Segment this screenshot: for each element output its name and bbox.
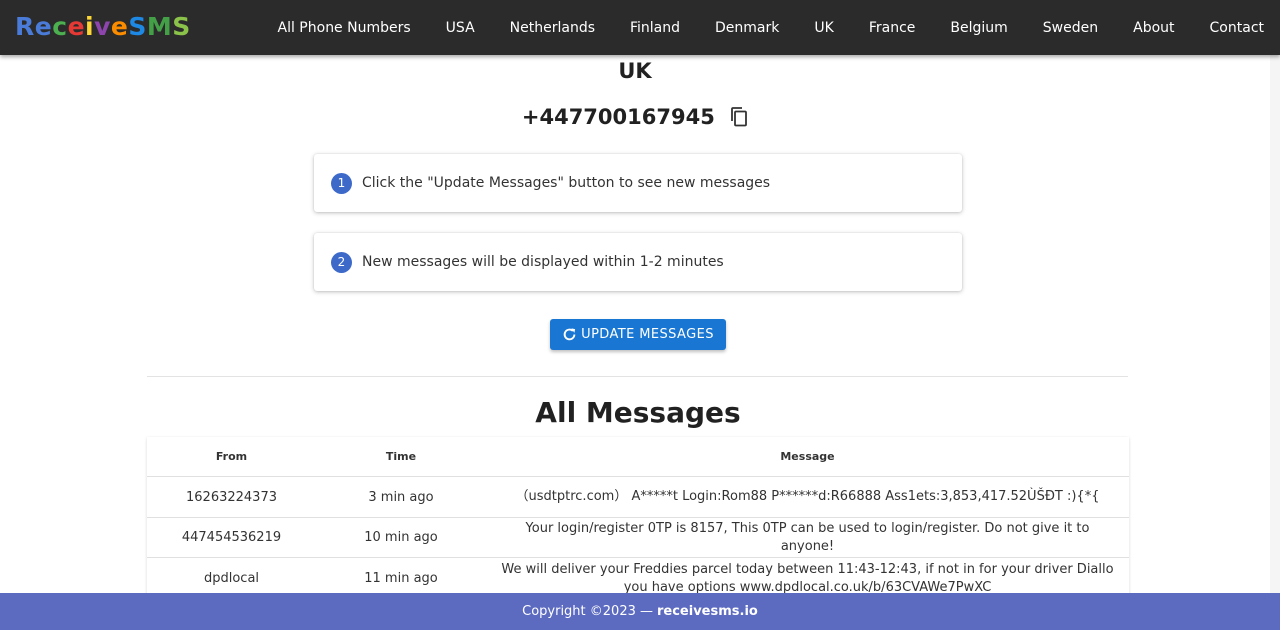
logo-letter: R — [15, 12, 35, 41]
page-scrollbar[interactable] — [1270, 55, 1280, 593]
nav-about[interactable]: About — [1133, 20, 1174, 36]
step-text: New messages will be displayed within 1-… — [362, 254, 724, 270]
site-logo[interactable]: ReceiveSMS — [15, 12, 191, 41]
main-nav: All Phone Numbers USA Netherlands Finlan… — [243, 0, 1265, 55]
table-row: dpdlocal 11 min ago We will deliver your… — [147, 557, 1129, 597]
footer-site-link[interactable]: receivesms.io — [657, 604, 758, 619]
cell-time: 11 min ago — [316, 557, 486, 597]
table-row: 447454536219 10 min ago Your login/regis… — [147, 517, 1129, 558]
nav-france[interactable]: France — [869, 20, 916, 36]
step-text: Click the "Update Messages" button to se… — [362, 175, 771, 191]
cell-from: 16263224373 — [147, 476, 316, 518]
instruction-step-1: 1 Click the "Update Messages" button to … — [314, 154, 962, 212]
nav-uk[interactable]: UK — [814, 20, 833, 36]
logo-letter: e — [67, 12, 86, 41]
instruction-step-2: 2 New messages will be displayed within … — [314, 233, 962, 291]
update-button-label: UPDATE MESSAGES — [581, 327, 714, 342]
cell-message: Your login/register 0TP is 8157, This 0T… — [486, 517, 1129, 558]
cell-from: 447454536219 — [147, 517, 316, 558]
logo-letter: c — [52, 12, 68, 41]
nav-belgium[interactable]: Belgium — [950, 20, 1007, 36]
section-divider — [147, 376, 1128, 377]
country-title: UK — [618, 59, 652, 83]
nav-denmark[interactable]: Denmark — [715, 20, 779, 36]
step-number-badge: 2 — [331, 251, 352, 273]
nav-usa[interactable]: USA — [446, 20, 475, 36]
footer-copyright: Copyright ©2023 — — [522, 604, 653, 619]
cell-time: 3 min ago — [316, 476, 486, 518]
cell-from: dpdlocal — [147, 557, 316, 597]
nav-netherlands[interactable]: Netherlands — [510, 20, 595, 36]
all-messages-title: All Messages — [535, 396, 741, 429]
cell-message: We will deliver your Freddies parcel tod… — [486, 557, 1129, 597]
column-header-time: Time — [316, 437, 486, 477]
logo-letter: e — [110, 12, 129, 41]
logo-letter: v — [94, 12, 111, 41]
column-header-message: Message — [486, 437, 1129, 477]
messages-table-container: From Time Message 16263224373 3 min ago … — [147, 437, 1129, 597]
table-header-row: From Time Message — [147, 437, 1129, 477]
nav-contact[interactable]: Contact — [1210, 20, 1264, 36]
logo-letter: M — [146, 12, 173, 41]
nav-sweden[interactable]: Sweden — [1043, 20, 1098, 36]
step-number-badge: 1 — [331, 172, 352, 194]
nav-all-phone-numbers[interactable]: All Phone Numbers — [278, 20, 411, 36]
phone-number: +447700167945 — [521, 105, 715, 129]
top-navbar: ReceiveSMS All Phone Numbers USA Netherl… — [0, 0, 1280, 55]
logo-letter: S — [128, 12, 147, 41]
cell-time: 10 min ago — [316, 517, 486, 558]
table-row: 16263224373 3 min ago （usdtptrc.com） A**… — [147, 476, 1129, 518]
cell-message: （usdtptrc.com） A*****t Login:Rom88 P****… — [486, 476, 1129, 518]
nav-finland[interactable]: Finland — [630, 20, 680, 36]
messages-table: From Time Message 16263224373 3 min ago … — [147, 437, 1129, 597]
phone-number-row: +447700167945 — [0, 105, 1270, 132]
copy-icon[interactable] — [730, 107, 748, 132]
logo-letter: S — [172, 12, 191, 41]
column-header-from: From — [147, 437, 316, 477]
update-messages-button[interactable]: UPDATE MESSAGES — [550, 319, 726, 350]
logo-letter: i — [85, 12, 95, 41]
page-footer: Copyright ©2023 — receivesms.io — [0, 593, 1280, 630]
refresh-icon — [563, 328, 576, 341]
logo-letter: e — [34, 12, 53, 41]
